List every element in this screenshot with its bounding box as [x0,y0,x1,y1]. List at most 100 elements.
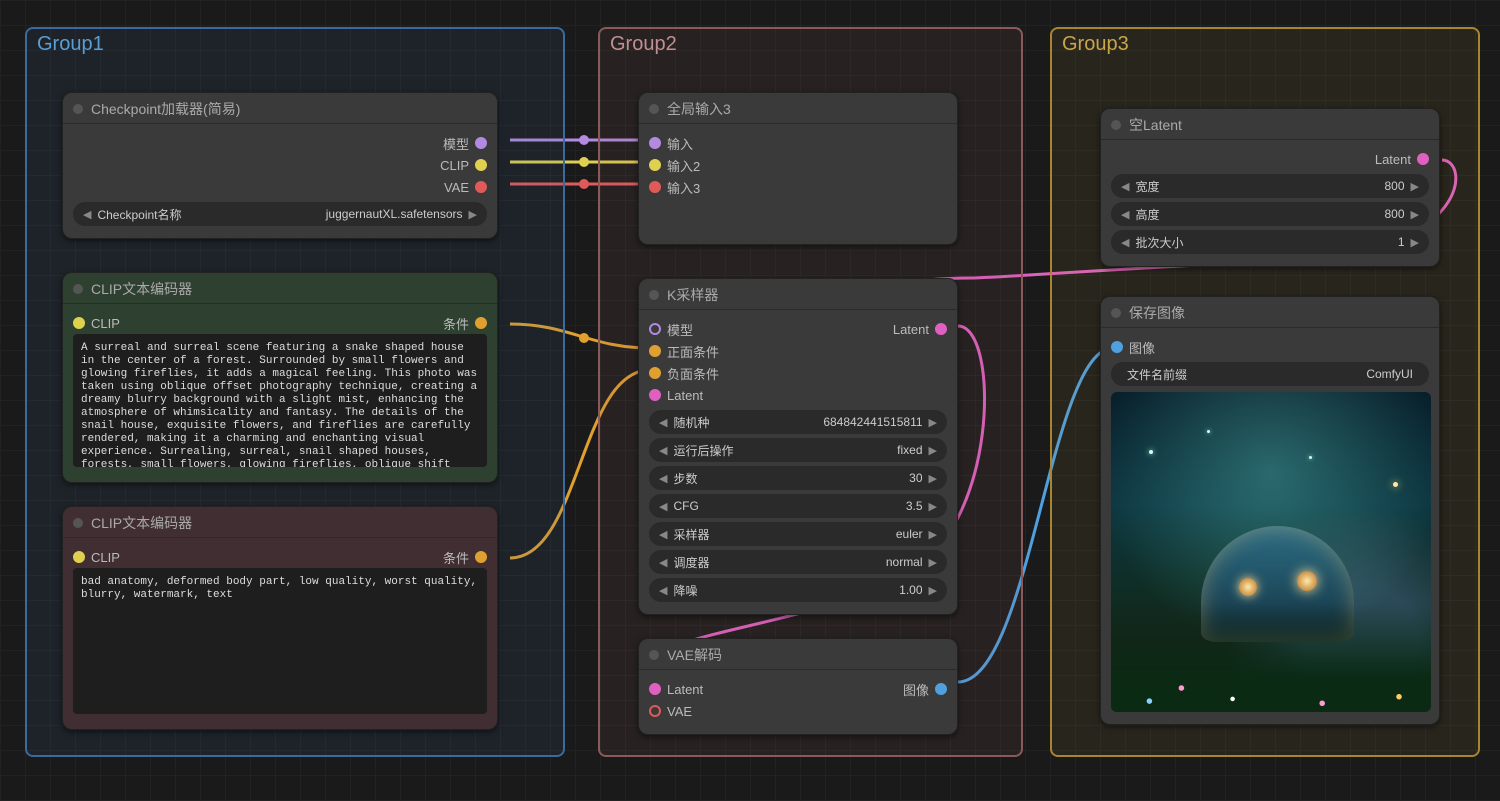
node-header[interactable]: Checkpoint加载器(简易) [63,93,497,124]
collapse-icon[interactable] [649,290,659,300]
widget-label: 调度器 [673,554,709,571]
chevron-left-icon[interactable]: ◀ [83,208,91,221]
collapse-icon[interactable] [1111,308,1121,318]
chevron-left-icon[interactable]: ◀ [659,444,667,457]
denoise-widget[interactable]: ◀ 降噪 1.00 ▶ [649,578,947,602]
input-port-positive[interactable] [649,345,661,357]
widget-label: 高度 [1135,206,1159,223]
height-widget[interactable]: ◀ 高度 800 ▶ [1111,202,1429,226]
chevron-left-icon[interactable]: ◀ [659,584,667,597]
chevron-left-icon[interactable]: ◀ [1121,180,1129,193]
collapse-icon[interactable] [649,650,659,660]
chevron-right-icon[interactable]: ▶ [929,528,937,541]
cfg-widget[interactable]: ◀CFG3.5▶ [649,494,947,518]
chevron-right-icon[interactable]: ▶ [1411,236,1419,249]
sampler-widget[interactable]: ◀采样器euler▶ [649,522,947,546]
node-header[interactable]: 保存图像 [1101,297,1439,328]
input-port-negative[interactable] [649,367,661,379]
input-port-model[interactable] [649,323,661,335]
collapse-icon[interactable] [73,284,83,294]
input-port-clip[interactable] [73,317,85,329]
widget-label: 随机种 [673,414,709,431]
width-widget[interactable]: ◀宽度800▶ [1111,174,1429,198]
node-checkpoint-loader[interactable]: Checkpoint加载器(简易) 模型 CLIP VAE ◀ Checkpoi… [62,92,498,239]
chevron-left-icon[interactable]: ◀ [659,556,667,569]
node-save-image[interactable]: 保存图像 图像 文件名前缀 ComfyUI [1100,296,1440,725]
steps-widget[interactable]: ◀步数30▶ [649,466,947,490]
output-port-image[interactable] [935,683,947,695]
batch-widget[interactable]: ◀ 批次大小 1 ▶ [1111,230,1429,254]
output-label-clip: CLIP [440,158,469,173]
node-title: CLIP文本编码器 [91,513,192,533]
output-port-vae[interactable] [475,181,487,193]
node-ksampler[interactable]: K采样器 模型 Latent 正面条件 负面条件 Latent ◀随机种6848… [638,278,958,615]
widget-value: 1 [1398,235,1405,249]
chevron-right-icon[interactable]: ▶ [929,584,937,597]
collapse-icon[interactable] [73,518,83,528]
output-port-latent[interactable] [1417,153,1429,165]
output-port-clip[interactable] [475,159,487,171]
group-1-title: Group1 [37,33,104,56]
chevron-left-icon[interactable]: ◀ [659,528,667,541]
input-port-2[interactable] [649,159,661,171]
output-port-cond[interactable] [475,317,487,329]
input-port-1[interactable] [649,137,661,149]
widget-value: 1.00 [899,583,922,597]
collapse-icon[interactable] [649,104,659,114]
input-label-clip: CLIP [91,316,120,331]
chevron-right-icon[interactable]: ▶ [929,556,937,569]
node-vae-decode[interactable]: VAE解码 Latent 图像 VAE [638,638,958,735]
collapse-icon[interactable] [1111,120,1121,130]
node-header[interactable]: CLIP文本编码器 [63,507,497,538]
chevron-right-icon[interactable]: ▶ [1411,208,1419,221]
widget-value: euler [896,527,923,541]
chevron-right-icon[interactable]: ▶ [929,444,937,457]
output-label-latent: Latent [1375,152,1411,167]
node-header[interactable]: 空Latent [1101,109,1439,140]
output-label-cond: 条件 [443,548,469,567]
node-clip-text-encode-positive[interactable]: CLIP文本编码器 CLIP 条件 [62,272,498,483]
input-label-negative: 负面条件 [667,364,719,383]
node-clip-text-encode-negative[interactable]: CLIP文本编码器 CLIP 条件 [62,506,498,730]
node-header[interactable]: VAE解码 [639,639,957,670]
checkpoint-name-widget[interactable]: ◀ Checkpoint名称 juggernautXL.safetensors … [73,202,487,226]
node-header[interactable]: CLIP文本编码器 [63,273,497,304]
input-port-vae[interactable] [649,705,661,717]
output-port-model[interactable] [475,137,487,149]
input-port-image[interactable] [1111,341,1123,353]
chevron-right-icon[interactable]: ▶ [1411,180,1419,193]
prompt-textarea[interactable] [73,568,487,714]
node-header[interactable]: K采样器 [639,279,957,310]
widget-value: 800 [1385,179,1405,193]
chevron-right-icon[interactable]: ▶ [929,472,937,485]
chevron-right-icon[interactable]: ▶ [469,208,477,221]
input-port-latent[interactable] [649,683,661,695]
chevron-left-icon[interactable]: ◀ [659,500,667,513]
input-port-latent[interactable] [649,389,661,401]
collapse-icon[interactable] [73,104,83,114]
after-generate-widget[interactable]: ◀运行后操作fixed▶ [649,438,947,462]
node-header[interactable]: 全局输入3 [639,93,957,124]
node-empty-latent[interactable]: 空Latent Latent ◀宽度800▶ ◀高度800▶ ◀批次大小1▶ [1100,108,1440,267]
prompt-textarea[interactable] [73,334,487,467]
widget-label: 批次大小 [1135,234,1183,251]
input-port-3[interactable] [649,181,661,193]
widget-label: 文件名前缀 [1127,366,1187,383]
output-label-vae: VAE [444,180,469,195]
node-global-input[interactable]: 全局输入3 输入 输入2 输入3 [638,92,958,245]
widget-label: 降噪 [673,582,697,599]
output-port-latent[interactable] [935,323,947,335]
output-port-cond[interactable] [475,551,487,563]
input-port-clip[interactable] [73,551,85,563]
chevron-right-icon[interactable]: ▶ [929,416,937,429]
chevron-right-icon[interactable]: ▶ [929,500,937,513]
group-3-title: Group3 [1062,33,1129,56]
filename-prefix-widget[interactable]: 文件名前缀 ComfyUI [1111,362,1429,386]
chevron-left-icon[interactable]: ◀ [1121,208,1129,221]
scheduler-widget[interactable]: ◀调度器normal▶ [649,550,947,574]
widget-value: 800 [1385,207,1405,221]
chevron-left-icon[interactable]: ◀ [1121,236,1129,249]
seed-widget[interactable]: ◀随机种684842441515811▶ [649,410,947,434]
chevron-left-icon[interactable]: ◀ [659,472,667,485]
chevron-left-icon[interactable]: ◀ [659,416,667,429]
